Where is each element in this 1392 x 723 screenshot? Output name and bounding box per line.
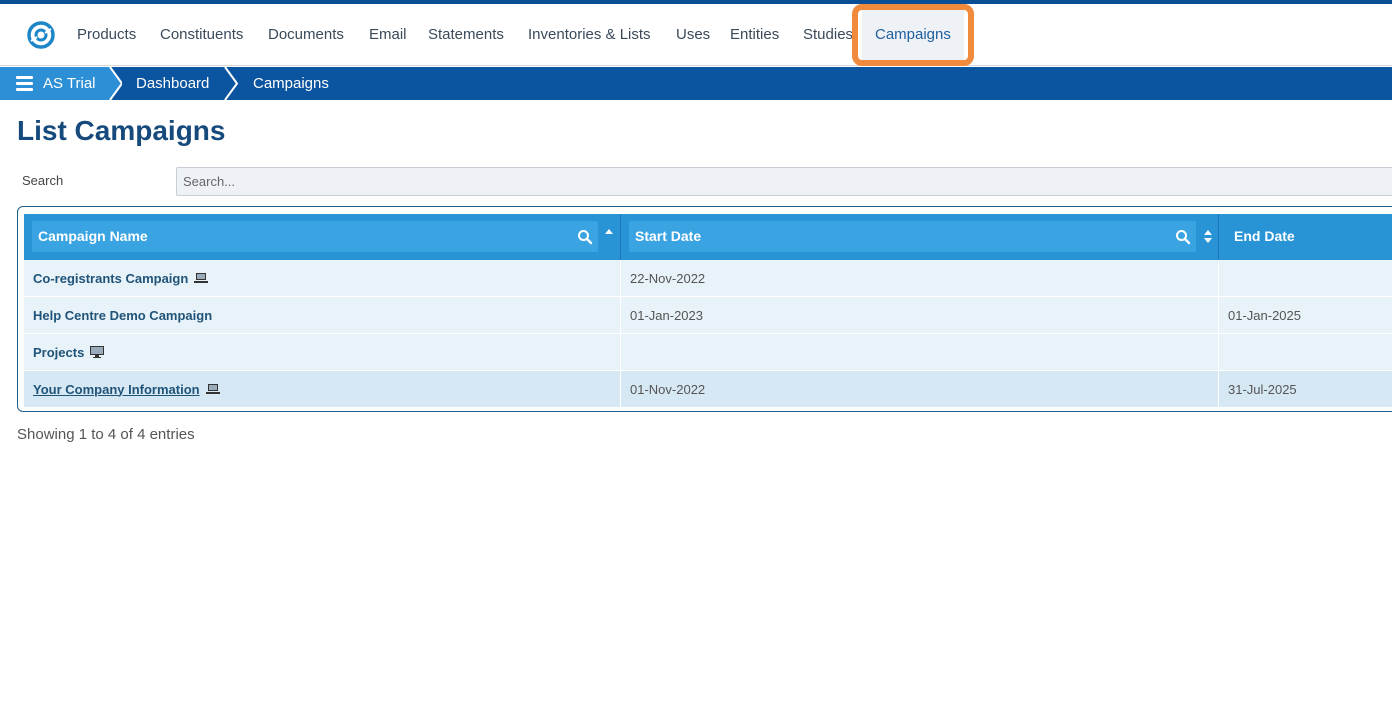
table-info-text: Showing 1 to 4 of 4 entries — [17, 426, 195, 443]
cell-start-date: 22-Nov-2022 — [621, 260, 1219, 296]
main-navbar: Products Constituents Documents Email St… — [0, 4, 1392, 66]
nav-item-constituents[interactable]: Constituents — [160, 4, 243, 66]
sort-ascending-icon[interactable] — [604, 228, 614, 244]
column-search-icon[interactable] — [1175, 229, 1191, 245]
campaign-link[interactable]: Co-registrants Campaign — [33, 271, 188, 286]
nav-item-campaigns[interactable]: Campaigns — [875, 4, 951, 66]
cell-start-date — [621, 334, 1219, 370]
table-header: Campaign Name Start Date End Date — [24, 214, 1392, 260]
column-header-start-date-box[interactable]: Start Date — [629, 221, 1196, 252]
laptop-icon — [205, 384, 220, 394]
laptop-icon — [194, 273, 209, 283]
cell-end-date: 31-Jul-2025 — [1219, 371, 1392, 407]
breadcrumb-chevron-1 — [108, 67, 122, 100]
cell-start-date: 01-Jan-2023 — [621, 297, 1219, 333]
menu-hamburger-icon[interactable] — [16, 76, 33, 91]
nav-item-uses[interactable]: Uses — [676, 4, 710, 66]
column-header-end-date[interactable]: End Date — [1219, 214, 1392, 260]
sort-both-icon[interactable] — [1203, 229, 1213, 245]
page-title: List Campaigns — [17, 115, 226, 146]
column-header-campaign-name-box[interactable]: Campaign Name — [32, 221, 598, 252]
cell-campaign-name: Co-registrants Campaign — [24, 260, 621, 296]
column-header-start-date[interactable]: Start Date — [621, 214, 1219, 260]
cell-end-date: 01-Jan-2025 — [1219, 297, 1392, 333]
search-input[interactable] — [176, 167, 1392, 196]
column-header-campaign-name[interactable]: Campaign Name — [24, 214, 621, 260]
cell-campaign-name: Help Centre Demo Campaign — [24, 297, 621, 333]
nav-item-studies[interactable]: Studies — [803, 4, 853, 66]
column-search-icon[interactable] — [577, 229, 593, 245]
cell-campaign-name: Projects — [24, 334, 621, 370]
campaign-link[interactable]: Your Company Information — [33, 382, 200, 397]
cell-end-date — [1219, 334, 1392, 370]
nav-item-statements[interactable]: Statements — [428, 4, 504, 66]
breadcrumb: AS Trial Dashboard Campaigns — [0, 67, 1392, 100]
breadcrumb-item-as-trial[interactable]: AS Trial — [43, 67, 96, 100]
nav-item-email[interactable]: Email — [369, 4, 407, 66]
column-header-label: Start Date — [635, 228, 702, 244]
column-header-label: End Date — [1234, 228, 1295, 244]
nav-item-entities[interactable]: Entities — [730, 4, 779, 66]
breadcrumb-item-campaigns: Campaigns — [253, 75, 329, 92]
search-label: Search — [22, 173, 64, 188]
breadcrumb-item-dashboard[interactable]: Dashboard — [136, 67, 209, 100]
table-row: Your Company Information 01-Nov-2022 31-… — [24, 371, 1392, 407]
campaign-link[interactable]: Help Centre Demo Campaign — [33, 308, 212, 323]
campaign-link[interactable]: Projects — [33, 345, 84, 360]
cell-start-date: 01-Nov-2022 — [621, 371, 1219, 407]
nav-item-products[interactable]: Products — [77, 4, 136, 66]
breadcrumb-chevron-2 — [224, 67, 238, 100]
app-logo-icon[interactable] — [27, 21, 55, 49]
table-row: Co-registrants Campaign 22-Nov-2022 — [24, 260, 1392, 297]
table-row: Help Centre Demo Campaign 01-Jan-2023 01… — [24, 297, 1392, 334]
monitor-icon — [90, 346, 105, 358]
campaigns-table: Campaign Name Start Date End Date Co-reg… — [17, 206, 1392, 412]
nav-item-documents[interactable]: Documents — [268, 4, 344, 66]
cell-campaign-name: Your Company Information — [24, 371, 621, 407]
nav-item-inventories-lists[interactable]: Inventories & Lists — [528, 4, 651, 66]
column-header-label: Campaign Name — [38, 228, 148, 244]
table-row: Projects — [24, 334, 1392, 371]
cell-end-date — [1219, 260, 1392, 296]
